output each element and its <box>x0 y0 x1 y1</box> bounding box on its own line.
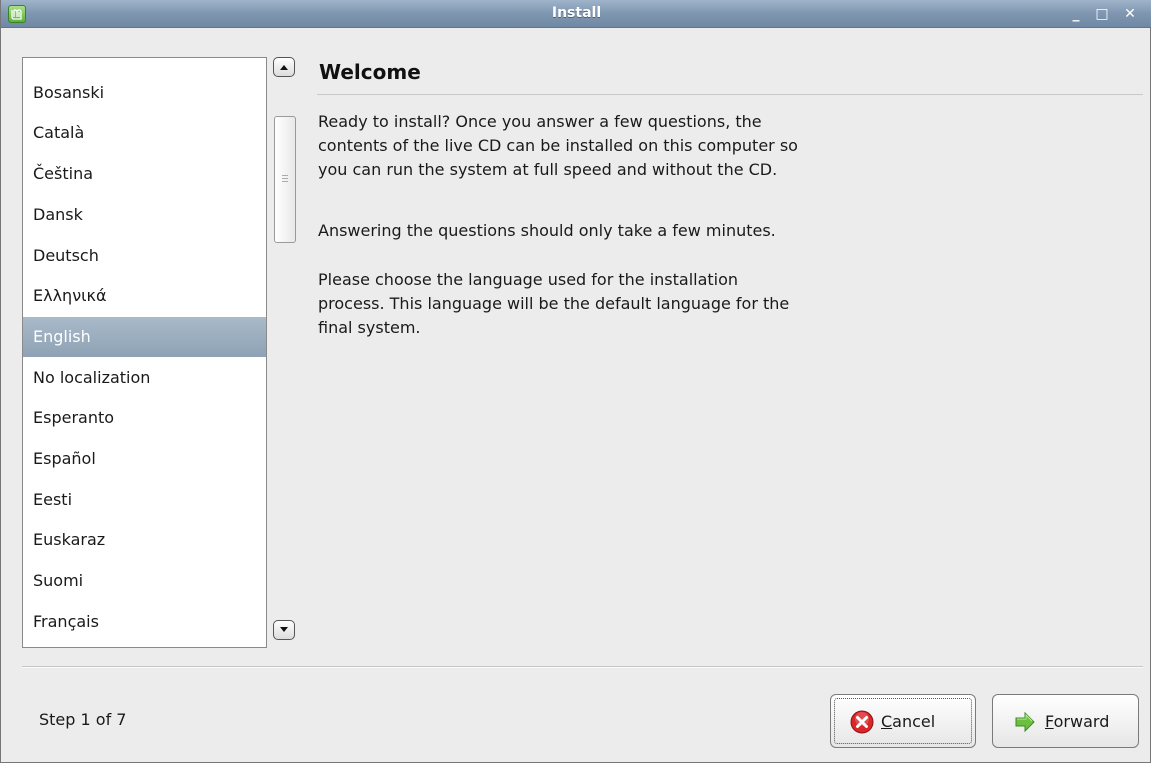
maximize-icon[interactable]: □ <box>1093 5 1111 23</box>
language-item[interactable]: Dansk <box>23 195 266 235</box>
footer-divider <box>22 666 1143 668</box>
language-item[interactable]: Español <box>23 439 266 479</box>
language-instructions: Please choose the language used for the … <box>318 268 938 340</box>
arrow-down-icon <box>280 627 288 632</box>
language-item[interactable]: Català <box>23 113 266 153</box>
intro-line-3: you can run the system at full speed and… <box>318 160 778 179</box>
instructions-line-3: final system. <box>318 318 421 337</box>
install-window: Install _ □ ✕ বাংলাBosanskiCatalàČeština… <box>0 0 1151 763</box>
forward-arrow-icon <box>1015 711 1035 733</box>
forward-button[interactable]: Forward <box>992 694 1139 748</box>
scroll-up-button[interactable] <box>273 57 295 77</box>
instructions-line-1: Please choose the language used for the … <box>318 270 739 289</box>
cancel-icon <box>850 710 874 734</box>
grip-icon <box>282 175 288 182</box>
instructions-line-2: process. This language will be the defau… <box>318 294 790 313</box>
language-item[interactable]: Français <box>23 602 266 642</box>
title-divider <box>317 94 1143 95</box>
scroll-thumb[interactable] <box>274 116 296 243</box>
language-item[interactable]: No localization <box>23 358 266 398</box>
language-item[interactable]: English <box>23 316 266 357</box>
forward-label: Forward <box>1045 712 1110 731</box>
window-title: Install <box>551 5 602 21</box>
language-item[interactable]: Čeština <box>23 154 266 194</box>
intro-paragraph: Ready to install? Once you answer a few … <box>318 110 938 182</box>
language-item[interactable]: Deutsch <box>23 236 266 276</box>
intro-line-1: Ready to install? Once you answer a few … <box>318 112 762 131</box>
cancel-button[interactable]: Cancel <box>830 694 976 748</box>
intro-line-2: contents of the live CD can be installed… <box>318 136 798 155</box>
language-item[interactable]: বাংলা <box>23 58 266 72</box>
cancel-label: Cancel <box>881 712 936 731</box>
step-indicator: Step 1 of 7 <box>39 710 127 729</box>
language-item[interactable]: Suomi <box>23 561 266 601</box>
title-bar[interactable]: Install _ □ ✕ <box>1 0 1151 28</box>
scroll-down-button[interactable] <box>273 620 295 640</box>
page-title: Welcome <box>319 60 421 84</box>
language-list[interactable]: বাংলাBosanskiCatalàČeštinaDanskDeutschΕλ… <box>22 57 267 648</box>
close-icon[interactable]: ✕ <box>1121 5 1139 23</box>
language-list-scrollbar[interactable] <box>273 57 297 640</box>
language-item[interactable]: Ελληνικά <box>23 276 266 316</box>
language-item[interactable]: Bosanski <box>23 73 266 113</box>
language-item[interactable]: Euskaraz <box>23 520 266 560</box>
time-note: Answering the questions should only take… <box>318 221 776 240</box>
language-item[interactable]: Eesti <box>23 480 266 520</box>
minimize-icon[interactable]: _ <box>1067 5 1085 23</box>
arrow-up-icon <box>280 65 288 70</box>
language-item[interactable]: Esperanto <box>23 398 266 438</box>
